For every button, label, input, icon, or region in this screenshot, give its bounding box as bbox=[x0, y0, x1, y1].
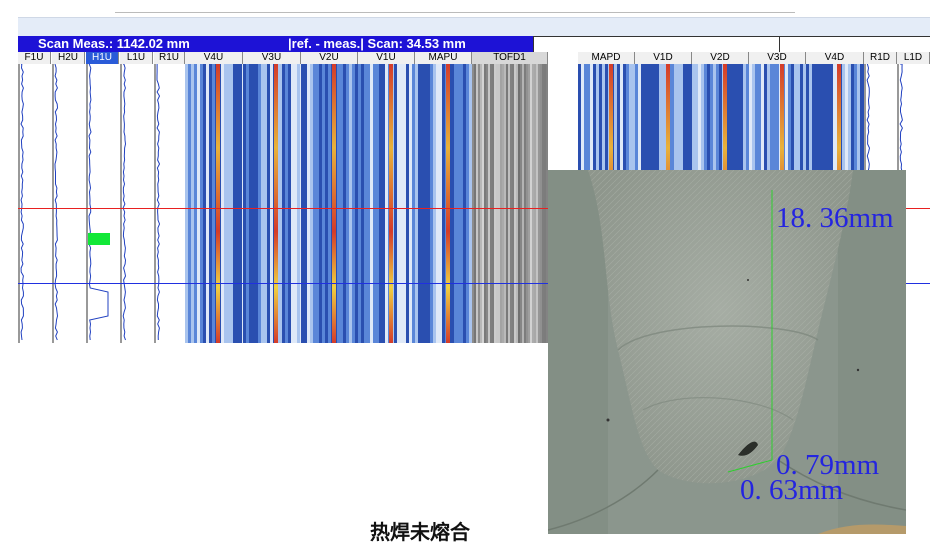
ascan-trace-line bbox=[156, 63, 161, 341]
ascan-strip-r1u bbox=[154, 63, 185, 343]
ascan-strip-f1u bbox=[18, 63, 51, 343]
ascan-trace bbox=[86, 63, 109, 343]
channel-tab-r1u[interactable]: R1U bbox=[154, 52, 185, 64]
channel-tab-tofd1[interactable]: TOFD1 bbox=[472, 52, 548, 64]
cscan-strip-v1u bbox=[358, 64, 415, 343]
tofd-strip bbox=[472, 64, 548, 343]
channel-tab-v4d[interactable]: V4D bbox=[806, 52, 864, 64]
ascan-trace bbox=[52, 63, 59, 343]
indication-band bbox=[446, 64, 450, 343]
ascan-trace bbox=[18, 63, 24, 343]
ascan-strip-h2u bbox=[52, 63, 85, 343]
measurement-label-b: 0. 63mm bbox=[740, 474, 844, 506]
channel-tab-h1u[interactable]: H1U bbox=[86, 52, 119, 64]
status-field-2 bbox=[779, 36, 930, 53]
ascan-trace-line bbox=[122, 63, 127, 341]
ascan-trace-line bbox=[88, 63, 109, 341]
top-margin bbox=[0, 0, 930, 14]
cscan-strip-mapu bbox=[415, 64, 472, 343]
depth-measurement-label: 18. 36mm bbox=[776, 202, 894, 234]
channel-tab-h2u[interactable]: H2U bbox=[52, 52, 85, 64]
indication-band bbox=[274, 64, 278, 343]
top-rule bbox=[115, 12, 795, 13]
channel-tab-f1u[interactable]: F1U bbox=[18, 52, 51, 64]
channel-tab-v2u[interactable]: V2U bbox=[301, 52, 358, 64]
figure-caption: 热焊未熔合 bbox=[370, 522, 470, 544]
channel-tab-v3u[interactable]: V3U bbox=[243, 52, 301, 64]
channel-tab-l1u[interactable]: L1U bbox=[120, 52, 153, 64]
ascan-trace-line bbox=[20, 63, 24, 341]
ascan-trace bbox=[120, 63, 127, 343]
toolbar-strip bbox=[18, 17, 930, 37]
channel-tab-v3d[interactable]: V3D bbox=[749, 52, 806, 64]
measurement-readout: Scan Meas.: 1142.02 mm |ref. - meas.| Sc… bbox=[18, 36, 533, 52]
weld-macro-photo: 18. 36mm 0. 79mm 0. 63mm bbox=[548, 170, 906, 534]
cscan-strip-v2u bbox=[301, 64, 358, 343]
ascan-strip-l1u bbox=[120, 63, 153, 343]
channel-tab-l1d[interactable]: L1D bbox=[897, 52, 930, 64]
ascan-strip-h1u bbox=[86, 63, 119, 343]
channel-tab-mapd[interactable]: MAPD bbox=[578, 52, 635, 64]
ascan-trace-line bbox=[54, 63, 59, 341]
ref-measure-text: |ref. - meas.| Scan: 34.53 mm bbox=[288, 36, 466, 51]
cscan-strip-v4u bbox=[185, 64, 243, 343]
scan-measure-text: Scan Meas.: 1142.02 mm bbox=[38, 36, 190, 51]
channel-tab-v4u[interactable]: V4U bbox=[185, 52, 243, 64]
channel-tab-mapu[interactable]: MAPU bbox=[415, 52, 472, 64]
ascan-trace bbox=[154, 63, 161, 343]
channel-tab-r1d[interactable]: R1D bbox=[864, 52, 897, 64]
gate-marker[interactable] bbox=[88, 233, 110, 245]
indication-band bbox=[332, 64, 336, 343]
channel-tab-v1u[interactable]: V1U bbox=[358, 52, 415, 64]
status-field-1 bbox=[533, 36, 780, 53]
indication-band bbox=[216, 64, 220, 343]
cscan-strip-v3u bbox=[243, 64, 301, 343]
indication-band bbox=[389, 64, 393, 343]
channel-tab-v2d[interactable]: V2D bbox=[692, 52, 749, 64]
status-bar: Scan Meas.: 1142.02 mm |ref. - meas.| Sc… bbox=[18, 36, 930, 53]
channel-header-bar: F1U H2U H1U L1U R1U V4U V3U V2U V1U MAPU TOFD1 MAPD… bbox=[18, 52, 930, 64]
channel-tab-v1d[interactable]: V1D bbox=[635, 52, 692, 64]
